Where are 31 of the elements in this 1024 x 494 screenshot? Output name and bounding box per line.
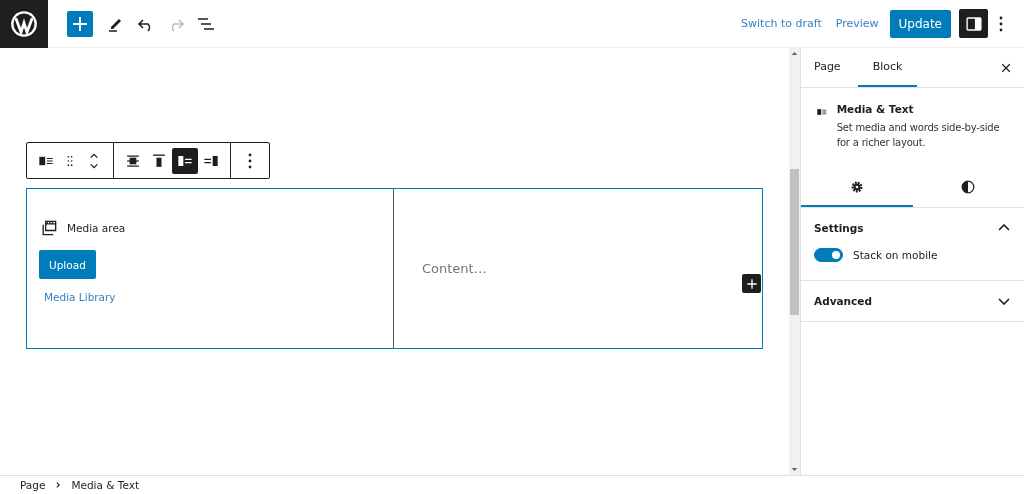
chevron-up-icon — [998, 224, 1010, 232]
content-placeholder[interactable]: Content… — [422, 261, 487, 276]
add-block-button[interactable] — [742, 274, 761, 293]
plus-button[interactable] — [67, 10, 93, 37]
scroll-up-icon[interactable] — [791, 50, 798, 57]
header-link[interactable]: Preview — [828, 17, 886, 30]
w-logo-icon — [10, 9, 38, 38]
more-vertical-icon — [248, 152, 252, 169]
panel-header[interactable]: Advanced — [801, 281, 1024, 321]
scroll-down-icon[interactable] — [791, 466, 798, 473]
chevron-down-icon — [998, 297, 1010, 305]
scrollbar[interactable] — [789, 48, 801, 475]
header-link[interactable]: Switch to draft — [734, 17, 829, 30]
media-text-block[interactable]: Media area Upload Media Library Content… — [26, 188, 763, 349]
media-left-button[interactable] — [172, 147, 198, 174]
upload-button[interactable]: Upload — [39, 250, 96, 279]
breadcrumb-item[interactable]: Page — [16, 479, 50, 491]
block-title: Media & Text — [836, 103, 915, 115]
more-vertical-icon — [999, 15, 1003, 32]
media-library-link[interactable]: Media Library — [44, 291, 116, 303]
toggle-label: Stack on mobile — [853, 249, 938, 261]
sidebar-tab[interactable]: Block — [857, 48, 918, 87]
breadcrumb-item[interactable]: Media & Text — [67, 479, 144, 491]
logo-tile[interactable] — [0, 0, 48, 48]
media-area-label: Media area — [67, 222, 126, 234]
update-button[interactable]: Update — [889, 9, 951, 38]
toggle-switch[interactable] — [814, 248, 843, 262]
sidebar-tab[interactable]: Page — [805, 48, 850, 87]
block-description: Set media and words side-by-side for a richer layout. — [836, 121, 1001, 150]
panel-header[interactable]: Settings — [801, 208, 1024, 248]
settings-toggle-button[interactable] — [959, 9, 988, 38]
